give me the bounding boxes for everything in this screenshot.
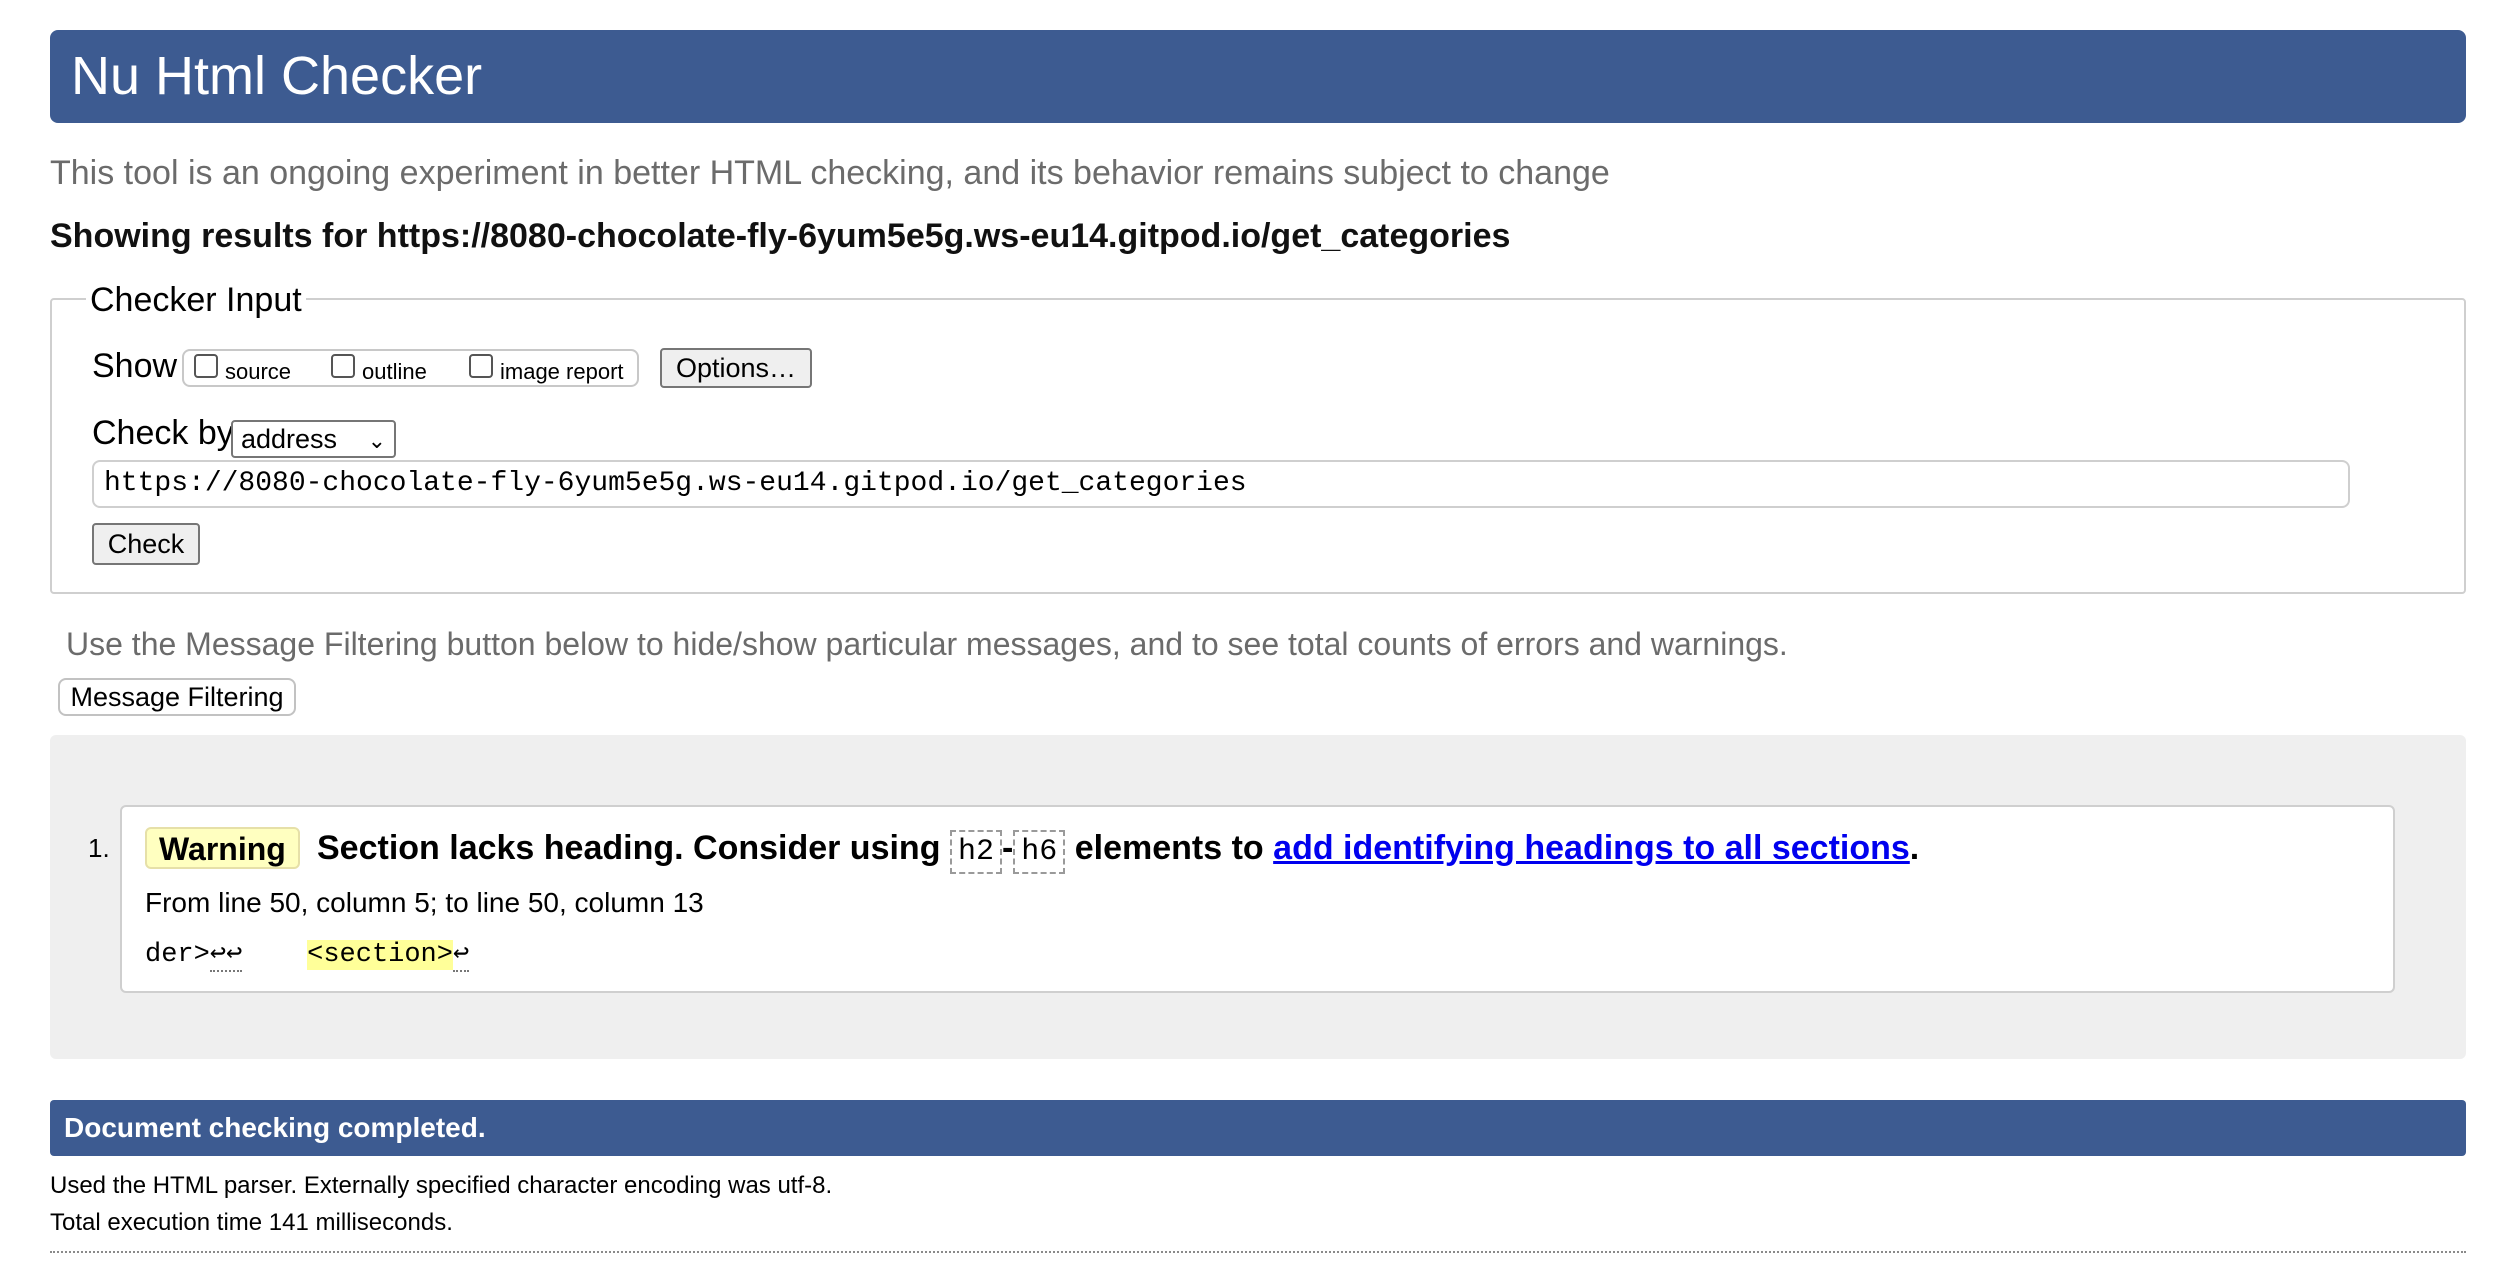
header-bar: Nu Html Checker [50, 30, 2466, 123]
image-report-checkbox[interactable] [469, 354, 493, 378]
tool-description: This tool is an ongoing experiment in be… [50, 154, 1610, 192]
check-by-select[interactable]: address ⌄ [231, 420, 396, 458]
warning-badge: Warning [145, 827, 300, 869]
warning-message: Warning Section lacks heading. Consider … [120, 805, 2395, 993]
options-button[interactable]: Options… [660, 348, 812, 388]
outline-checkbox[interactable] [331, 354, 355, 378]
source-checkbox-label[interactable]: source [225, 359, 291, 385]
message-text: Section lacks heading. Consider using h2… [317, 829, 1919, 874]
message-number: 1. [88, 833, 110, 863]
source-checkbox[interactable] [194, 354, 218, 378]
message-filtering-button[interactable]: Message Filtering [58, 678, 296, 716]
image-report-checkbox-label[interactable]: image report [500, 359, 624, 385]
code-h2: h2 [949, 830, 1002, 874]
message-text-middle: elements to [1074, 829, 1264, 867]
code-dash: - [1001, 829, 1014, 867]
checker-input-legend: Checker Input [86, 281, 306, 320]
execution-time: Total execution time 141 milliseconds. [50, 1209, 453, 1236]
check-by-label: Check by [92, 414, 234, 452]
results-panel: 1. Warning Section lacks heading. Consid… [50, 735, 2466, 1059]
headings-help-link[interactable]: add identifying headings to all sections [1273, 829, 1910, 867]
extract-prefix: der> [145, 940, 210, 970]
line-feed-marks: ↩↩ [209, 940, 243, 972]
check-by-selected-value: address [241, 424, 338, 454]
divider [50, 1251, 2466, 1253]
message-text-start: Section lacks heading. Consider using [317, 829, 941, 867]
highlighted-extract: <section> [307, 940, 453, 970]
checker-input-fieldset: Checker Input Show source outline image … [50, 281, 2466, 594]
completion-bar: Document checking completed. [50, 1100, 2466, 1156]
code-extract: der>↩↩ <section>↩ [145, 937, 470, 972]
filter-hint: Use the Message Filtering button below t… [66, 626, 1788, 662]
page-title: Nu Html Checker [71, 46, 483, 106]
code-h6: h6 [1013, 830, 1066, 874]
line-feed-mark: ↩ [452, 940, 470, 972]
chevron-down-icon: ⌄ [367, 428, 386, 453]
show-label: Show [92, 347, 178, 385]
outline-checkbox-label[interactable]: outline [362, 359, 427, 385]
url-input[interactable]: https://8080-chocolate-fly-6yum5e5g.ws-e… [92, 460, 2350, 508]
check-button[interactable]: Check [92, 523, 200, 565]
show-options-group: source outline image report [182, 349, 639, 387]
extract-gap [242, 940, 307, 970]
message-location: From line 50, column 5; to line 50, colu… [145, 887, 704, 918]
results-for-heading: Showing results for https://8080-chocola… [50, 217, 1511, 255]
completion-title: Document checking completed. [64, 1112, 486, 1143]
parser-info: Used the HTML parser. Externally specifi… [50, 1172, 833, 1199]
message-text-end: . [1909, 829, 1920, 867]
